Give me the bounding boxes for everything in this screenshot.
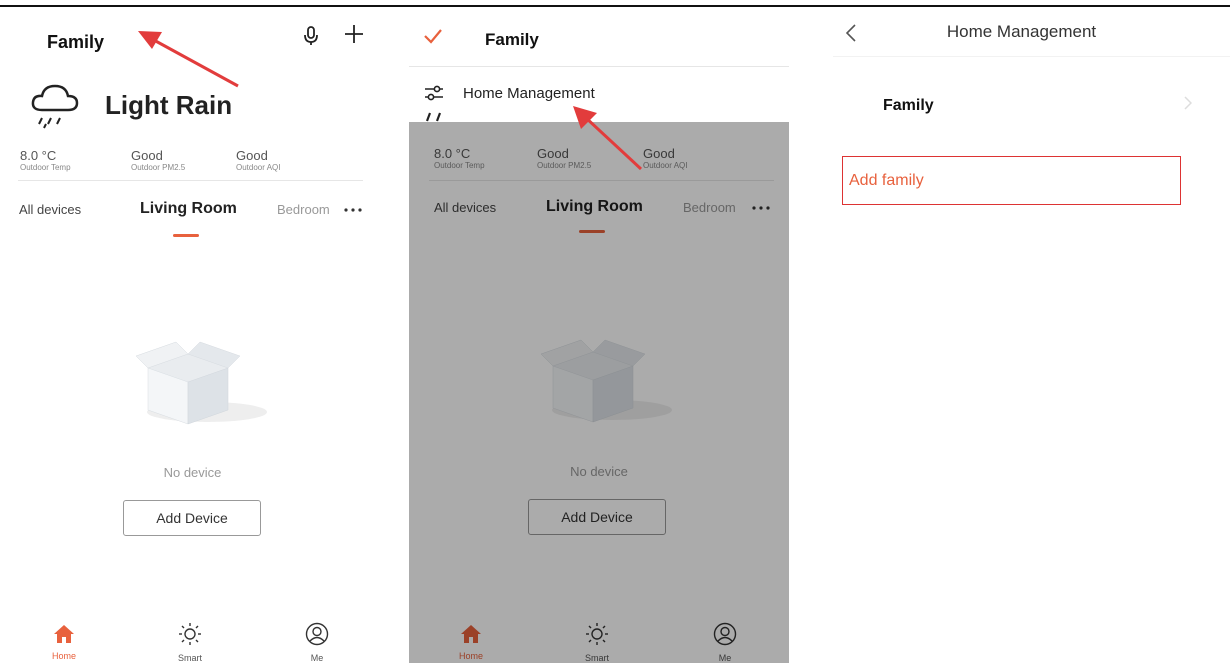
rain-cloud-icon xyxy=(30,80,80,132)
divider xyxy=(833,56,1230,57)
stat-aqi: Good Outdoor AQI xyxy=(236,148,280,172)
microphone-icon[interactable] xyxy=(300,24,322,48)
user-icon xyxy=(713,622,737,646)
stat-label: Outdoor AQI xyxy=(643,161,688,170)
home-management-screen: Home Management Family Add family xyxy=(833,8,1230,663)
user-icon xyxy=(305,622,329,646)
chevron-down-icon[interactable] xyxy=(140,26,160,46)
stat-label: Outdoor PM2.5 xyxy=(131,163,186,172)
home-screen: Family Light Rain 8.0 °C Outdoor Temp Go… xyxy=(0,8,385,663)
top-border xyxy=(0,5,1230,7)
tab-all-devices[interactable]: All devices xyxy=(434,200,496,215)
nav-label: Smart xyxy=(584,653,609,663)
stat-value: 8.0 °C xyxy=(434,146,471,161)
family-row[interactable]: Family xyxy=(409,8,789,66)
nav-label: Home xyxy=(51,651,76,661)
tab-bedroom[interactable]: Bedroom xyxy=(277,202,339,217)
empty-state-text: No device xyxy=(163,465,222,480)
nav-label: Smart xyxy=(177,653,202,663)
add-family-button[interactable]: Add family xyxy=(842,156,1181,205)
stat-value: Good xyxy=(643,146,675,161)
checkmark-icon xyxy=(423,28,443,49)
family-name: Family xyxy=(485,30,539,49)
empty-box-icon xyxy=(132,326,272,426)
family-name: Family xyxy=(883,97,934,114)
stat-value: Good xyxy=(537,146,569,161)
nav-home[interactable]: Home xyxy=(34,624,94,661)
more-dots-icon[interactable] xyxy=(751,202,771,214)
stat-label: Outdoor Temp xyxy=(434,161,485,170)
divider xyxy=(18,180,363,181)
stat-temp: 8.0 °C Outdoor Temp xyxy=(434,146,485,170)
home-management-label: Home Management xyxy=(463,85,595,102)
empty-state-text: No device xyxy=(570,464,628,479)
page-title: Home Management xyxy=(946,22,1097,41)
sliders-icon xyxy=(424,84,444,107)
add-device-button[interactable]: Add Device xyxy=(528,499,666,535)
sun-icon xyxy=(179,623,201,645)
home-management-row[interactable]: Home Management xyxy=(409,67,789,122)
tab-bedroom[interactable]: Bedroom xyxy=(683,200,745,215)
nav-me[interactable]: Me xyxy=(287,622,347,663)
tab-all-devices[interactable]: All devices xyxy=(19,202,81,217)
weather-condition: Light Rain xyxy=(105,90,233,120)
active-tab-indicator xyxy=(579,230,605,233)
add-device-button[interactable]: Add Device xyxy=(123,500,261,536)
empty-box-icon xyxy=(537,324,677,424)
home-icon xyxy=(461,625,481,643)
stat-label: Outdoor PM2.5 xyxy=(537,161,592,170)
chevron-right-icon xyxy=(1184,96,1193,115)
nav-smart[interactable]: Smart xyxy=(160,622,220,663)
active-tab-indicator xyxy=(173,234,199,237)
nav-me[interactable]: Me xyxy=(695,622,755,663)
nav-label: Me xyxy=(718,653,732,663)
stat-value: 8.0 °C xyxy=(20,148,57,163)
stat-label: Outdoor AQI xyxy=(236,163,281,172)
rain-cloud-icon xyxy=(424,111,454,130)
sun-icon xyxy=(586,623,608,645)
nav-smart[interactable]: Smart xyxy=(567,622,627,663)
tab-living-room[interactable]: Living Room xyxy=(140,200,237,218)
more-dots-icon[interactable] xyxy=(343,204,363,216)
plus-icon[interactable] xyxy=(342,22,366,46)
stat-pm25: Good Outdoor PM2.5 xyxy=(131,148,185,172)
stat-temp: 8.0 °C Outdoor Temp xyxy=(20,148,71,172)
stat-label: Outdoor Temp xyxy=(20,163,71,172)
stat-value: Good xyxy=(131,148,163,163)
family-menu-screen: Family Home Management 8.0 °C Outdoor Te… xyxy=(409,8,789,663)
nav-label: Home xyxy=(458,651,483,661)
nav-label: Me xyxy=(310,653,324,663)
home-icon xyxy=(54,625,74,643)
stat-aqi: Good Outdoor AQI xyxy=(643,146,687,170)
family-row[interactable]: Family xyxy=(833,80,1230,130)
divider xyxy=(429,180,774,181)
family-name[interactable]: Family xyxy=(47,32,104,53)
stat-value: Good xyxy=(236,148,268,163)
page: Family Light Rain 8.0 °C Outdoor Temp Go… xyxy=(0,0,1230,663)
stat-pm25: Good Outdoor PM2.5 xyxy=(537,146,591,170)
nav-home[interactable]: Home xyxy=(441,624,501,661)
tab-living-room[interactable]: Living Room xyxy=(546,198,643,216)
